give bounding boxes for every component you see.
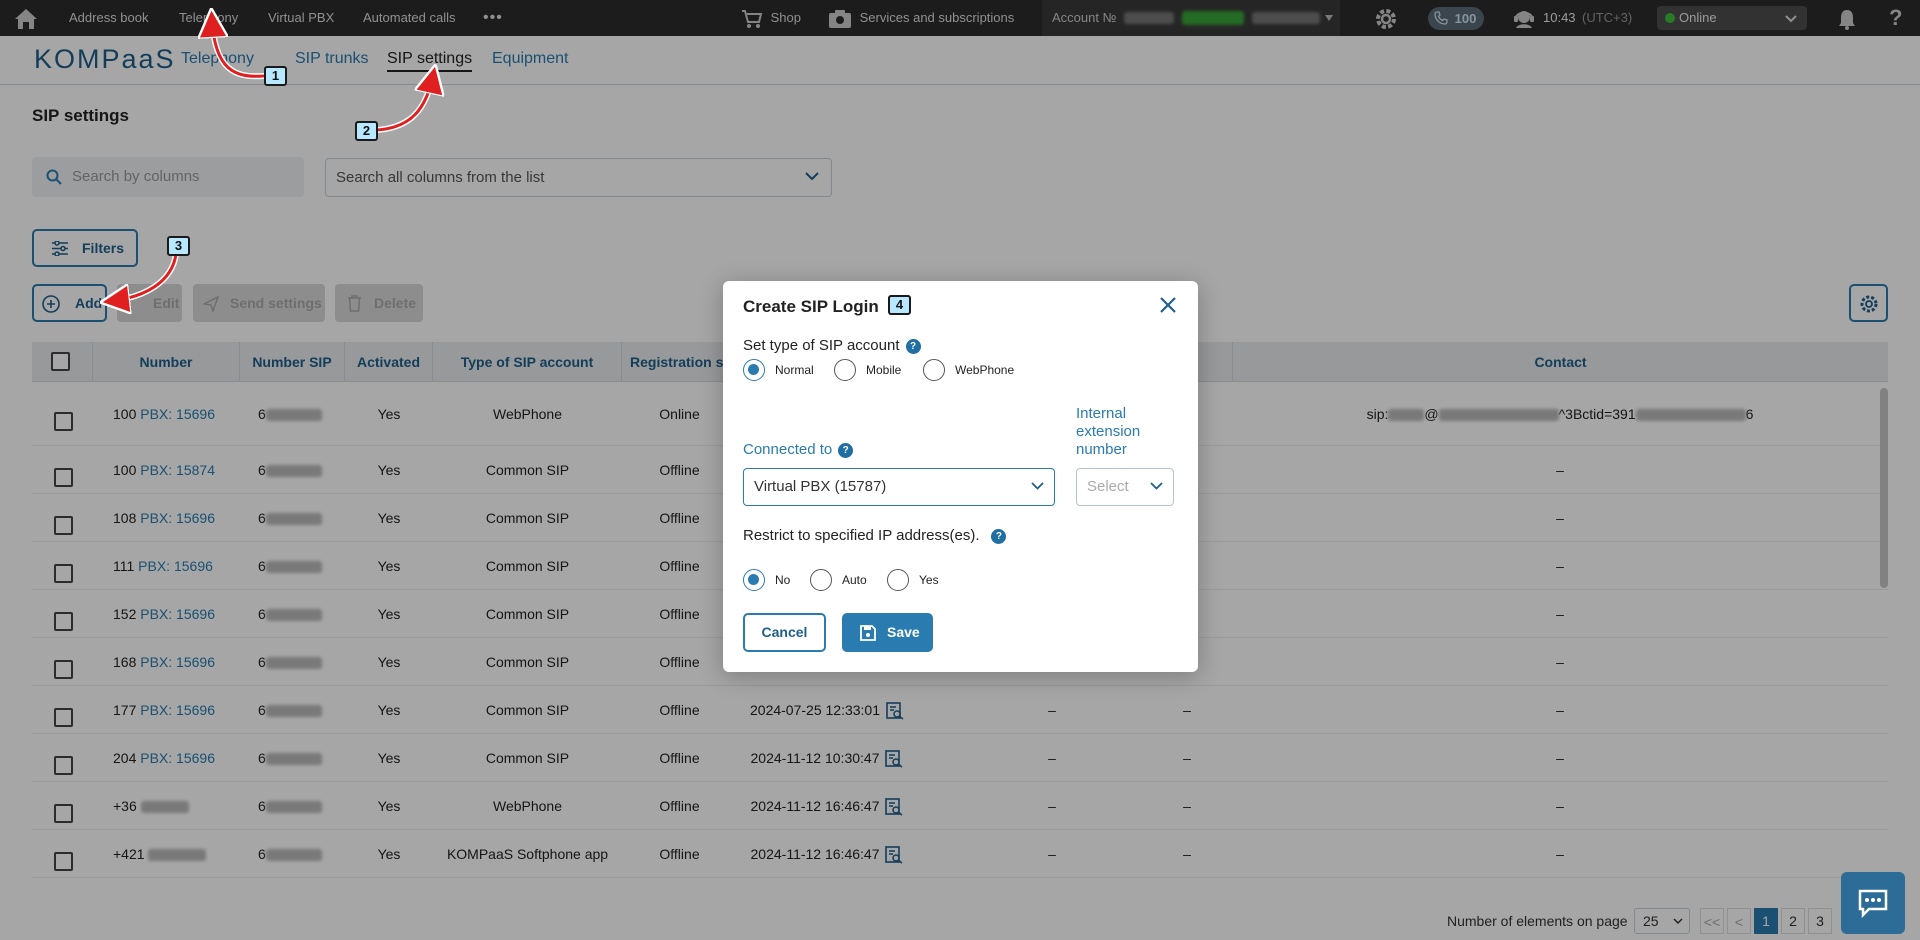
- extension-label-line2: extension: [1076, 423, 1141, 440]
- help-icon[interactable]: ?: [905, 338, 921, 354]
- type-mobile-radio[interactable]: Mobile: [834, 359, 901, 381]
- annotation-badge-1: 1: [264, 66, 287, 86]
- extension-label: Internal extension number: [1076, 405, 1140, 459]
- annotation-badge-2: 2: [355, 121, 378, 141]
- type-normal-radio[interactable]: Normal: [743, 359, 814, 381]
- restrict-ip-label: Restrict to specified IP address(es).?: [743, 527, 1007, 544]
- connected-to-label-text: Connected to: [743, 441, 833, 458]
- restrict-yes-label: Yes: [919, 573, 939, 587]
- dialog-title: Create SIP Login: [743, 297, 879, 316]
- extension-select[interactable]: Select: [1076, 468, 1174, 506]
- annotation-badge-3: 3: [167, 236, 190, 256]
- sip-type-label: Set type of SIP account?: [743, 337, 921, 354]
- connected-to-value: Virtual PBX (15787): [754, 478, 887, 495]
- connected-to-select[interactable]: Virtual PBX (15787): [743, 468, 1055, 506]
- chat-icon: [1858, 889, 1888, 918]
- cancel-button[interactable]: Cancel: [743, 613, 826, 652]
- help-icon[interactable]: ?: [838, 442, 854, 458]
- chat-button[interactable]: [1841, 872, 1905, 934]
- restrict-ip-label-text: Restrict to specified IP address(es).: [743, 527, 980, 544]
- chevron-down-icon: [1150, 482, 1163, 490]
- help-icon[interactable]: ?: [991, 528, 1007, 544]
- type-webphone-radio[interactable]: WebPhone: [923, 359, 1014, 381]
- chevron-down-icon: [1031, 482, 1044, 490]
- connected-to-label: Connected to?: [743, 441, 854, 458]
- sip-type-label-text: Set type of SIP account: [743, 337, 900, 354]
- extension-label-line3: number: [1076, 441, 1127, 458]
- create-sip-login-dialog: Create SIP Login Set type of SIP account…: [723, 281, 1198, 672]
- restrict-no-label: No: [775, 573, 791, 587]
- restrict-auto-label: Auto: [842, 573, 867, 587]
- restrict-no-radio[interactable]: No: [743, 569, 790, 591]
- floppy-disk-icon: [860, 625, 876, 641]
- type-normal-label: Normal: [775, 363, 814, 377]
- restrict-auto-radio[interactable]: Auto: [810, 569, 867, 591]
- type-mobile-label: Mobile: [866, 363, 902, 377]
- type-webphone-label: WebPhone: [955, 363, 1015, 377]
- save-label: Save: [887, 624, 920, 640]
- extension-label-line1: Internal: [1076, 405, 1127, 422]
- restrict-yes-radio[interactable]: Yes: [887, 569, 939, 591]
- extension-placeholder: Select: [1087, 478, 1129, 495]
- close-icon[interactable]: [1158, 295, 1178, 320]
- annotation-badge-4: 4: [888, 295, 911, 315]
- save-button[interactable]: Save: [842, 613, 933, 652]
